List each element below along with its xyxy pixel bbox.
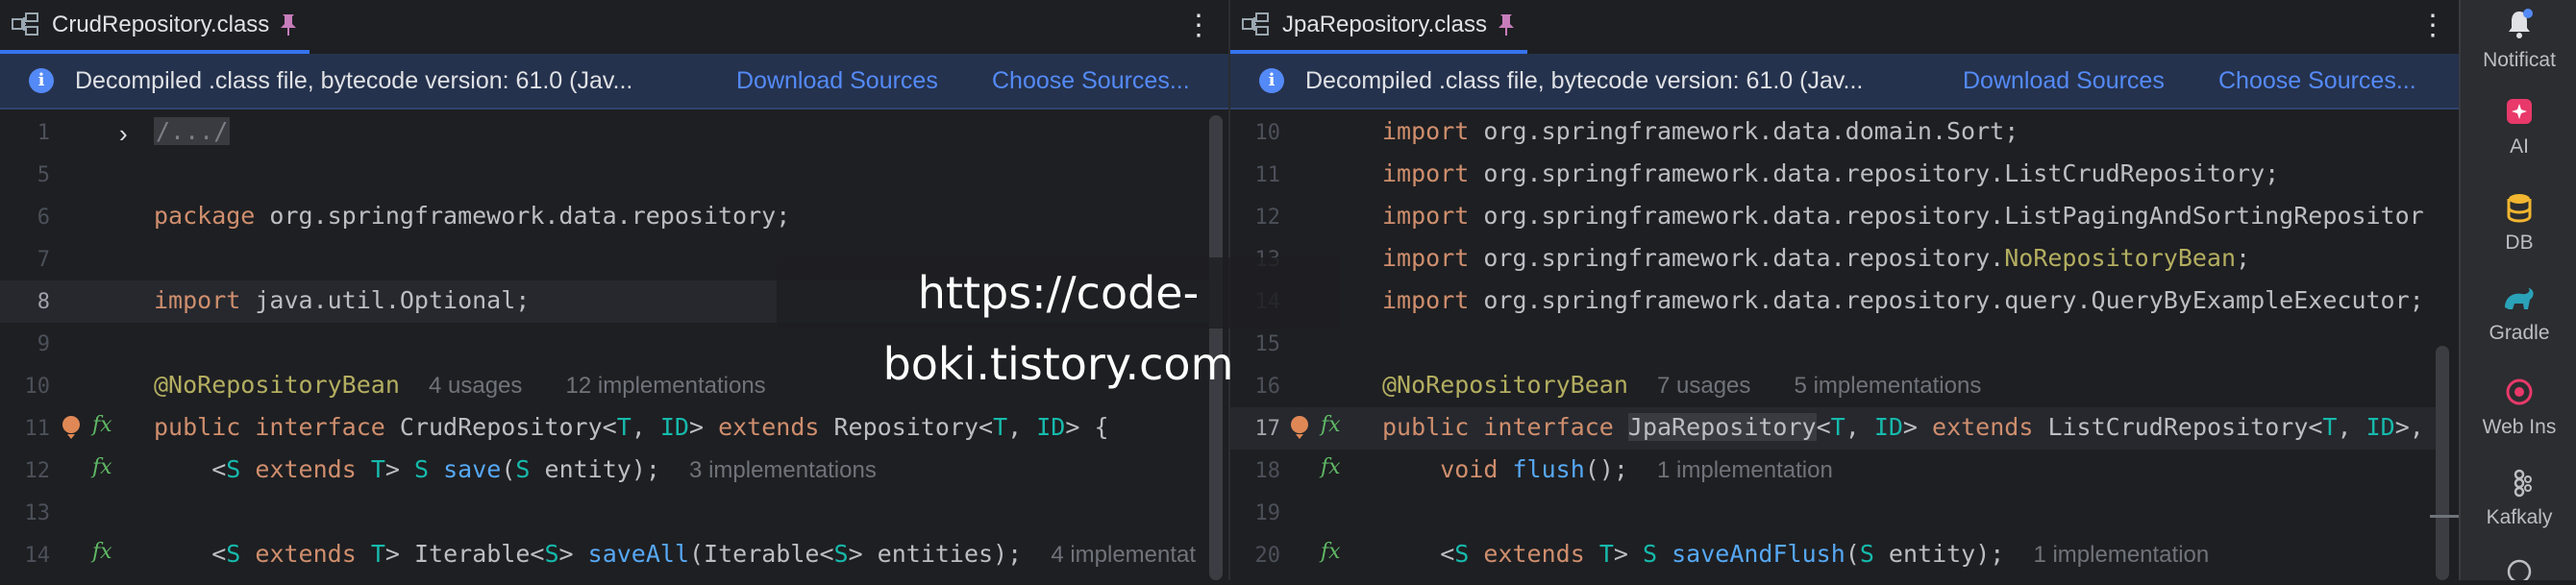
line-number: 1 [37, 121, 50, 145]
fold-expand-icon[interactable]: › [119, 119, 128, 149]
line-number: 7 [37, 248, 50, 272]
function-icon[interactable]: fx [1321, 540, 1341, 564]
line-number: 5 [37, 163, 50, 187]
code-line: <S extends T> S save(S entity); 3 implem… [211, 455, 877, 483]
line-number: 12 [24, 459, 51, 483]
tool-window-stripe: Notificat AI DB Gradle Web Ins Kafkaly [2459, 0, 2576, 584]
code-line: @NoRepositoryBean 4 usages 12 implementa… [154, 371, 766, 399]
implementations-hint[interactable]: 1 implementation [2033, 542, 2209, 568]
notifications-button[interactable]: Notificat [2461, 8, 2576, 72]
banner-text: Decompiled .class file, bytecode version… [75, 67, 633, 94]
database-button[interactable]: DB [2461, 192, 2576, 255]
target-icon [2504, 378, 2535, 411]
code-line: import org.springframework.data.reposito… [1382, 286, 2424, 314]
function-icon[interactable]: fx [92, 455, 112, 479]
line-number: 6 [37, 206, 50, 230]
line-number: 19 [1254, 501, 1281, 525]
kafka-icon [2505, 469, 2534, 501]
banner-text: Decompiled .class file, bytecode version… [1305, 67, 1864, 94]
code-line: public interface JpaRepository<T, ID> ex… [1382, 413, 2424, 441]
code-line: import org.springframework.data.reposito… [1382, 202, 2424, 230]
gradle-button[interactable]: Gradle [2461, 284, 2576, 345]
line-number: 12 [1254, 206, 1281, 230]
implemented-by-icon[interactable] [60, 413, 85, 440]
code-line: /.../ [154, 117, 231, 145]
line-number: 11 [1254, 163, 1281, 187]
editor-pane-right: JpaRepository.class ⋮ i Decompiled .clas… [1230, 0, 2459, 580]
info-icon: i [1259, 68, 1284, 93]
more-tools-button[interactable] [2461, 557, 2576, 585]
tab-title: JpaRepository.class [1282, 12, 1487, 37]
gradle-icon [2501, 288, 2538, 317]
code-line: import org.springframework.data.reposito… [1382, 244, 2251, 272]
palette-icon [2505, 559, 2534, 584]
usages-hint[interactable]: 4 usages [429, 373, 522, 399]
folded-region[interactable]: /.../ [154, 117, 231, 145]
choose-sources-link[interactable]: Choose Sources... [992, 67, 1190, 95]
implementations-hint[interactable]: 4 implementat [1051, 542, 1196, 568]
implementations-hint[interactable]: 3 implementations [689, 457, 877, 483]
line-number: 20 [1254, 544, 1281, 568]
function-icon[interactable]: fx [1321, 413, 1341, 437]
implementations-hint[interactable]: 12 implementations [566, 373, 766, 399]
line-number: 14 [24, 544, 51, 568]
bell-icon [2504, 9, 2535, 44]
stripe-divider [2430, 515, 2459, 518]
line-number: 13 [24, 501, 51, 525]
tab-title: CrudRepository.class [52, 12, 270, 37]
code-line: package org.springframework.data.reposit… [154, 202, 791, 230]
ai-icon [2504, 99, 2535, 131]
function-icon[interactable]: fx [1321, 455, 1341, 479]
code-line: import org.springframework.data.reposito… [1382, 159, 2280, 187]
watermark: https://code-boki.tistory.com [777, 257, 1340, 390]
download-sources-link[interactable]: Download Sources [1963, 67, 2165, 95]
tab-bar: CrudRepository.class ⋮ [0, 0, 1228, 56]
implementations-hint[interactable]: 5 implementations [1795, 373, 1982, 399]
kafka-button[interactable]: Kafkaly [2461, 469, 2576, 529]
ai-button[interactable]: AI [2461, 96, 2576, 158]
database-icon [2505, 194, 2534, 227]
more-options-icon[interactable]: ⋮ [1184, 10, 1213, 42]
line-number: 9 [37, 332, 50, 356]
more-options-icon[interactable]: ⋮ [2418, 10, 2447, 42]
choose-sources-link[interactable]: Choose Sources... [2218, 67, 2416, 95]
line-number: 10 [24, 375, 51, 399]
code-line: import java.util.Optional; [154, 286, 531, 314]
line-number: 10 [1254, 121, 1281, 145]
class-file-icon [12, 11, 40, 39]
line-number: 16 [1254, 375, 1281, 399]
vertical-scrollbar[interactable] [2436, 346, 2449, 580]
line-number: 11 [24, 417, 51, 441]
tab-crudrepository[interactable]: CrudRepository.class [0, 0, 310, 54]
decompiled-banner: i Decompiled .class file, bytecode versi… [0, 54, 1228, 110]
download-sources-link[interactable]: Download Sources [736, 67, 938, 95]
implementations-hint[interactable]: 1 implementation [1657, 457, 1833, 483]
class-file-icon [1242, 11, 1271, 39]
code-line: <S extends T> Iterable<S> saveAll(Iterab… [211, 540, 1197, 568]
web-inspector-button[interactable]: Web Ins [2461, 377, 2576, 439]
code-line: <S extends T> S saveAndFlush(S entity); … [1440, 540, 2210, 568]
info-icon: i [29, 68, 54, 93]
usages-hint[interactable]: 7 usages [1657, 373, 1750, 399]
pin-icon[interactable] [1497, 12, 1516, 37]
code-line: public interface CrudRepository<T, ID> e… [154, 413, 1109, 441]
line-number: 17 [1254, 417, 1281, 441]
line-number: 15 [1254, 332, 1281, 356]
code-line: @NoRepositoryBean 7 usages 5 implementat… [1382, 371, 1982, 399]
tab-bar: JpaRepository.class ⋮ [1230, 0, 2459, 56]
code-line: void flush(); 1 implementation [1440, 455, 1833, 483]
implemented-by-icon[interactable] [1288, 413, 1313, 440]
function-icon[interactable]: fx [92, 413, 112, 437]
pin-icon[interactable] [279, 12, 298, 37]
line-number: 8 [37, 290, 50, 314]
function-icon[interactable]: fx [92, 540, 112, 564]
tab-jparepository[interactable]: JpaRepository.class [1230, 0, 1527, 54]
decompiled-banner: i Decompiled .class file, bytecode versi… [1230, 54, 2459, 110]
code-line: import org.springframework.data.domain.S… [1382, 117, 2019, 145]
line-number: 18 [1254, 459, 1281, 483]
